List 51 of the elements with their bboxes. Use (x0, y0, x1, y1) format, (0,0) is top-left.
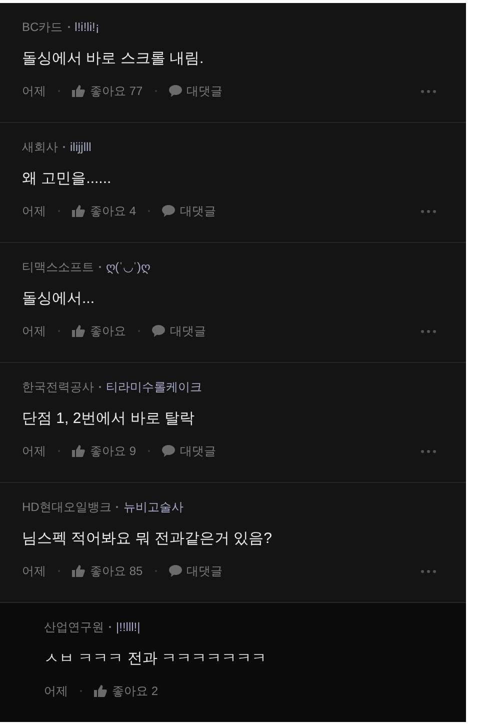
comment-text: 돌싱에서 바로 스크롤 내림. (22, 49, 205, 69)
reply-button[interactable]: 대댓글 (162, 201, 216, 221)
reply-button[interactable]: 대댓글 (152, 321, 206, 341)
thumbs-up-icon (94, 685, 107, 697)
reply-button[interactable]: 대댓글 (168, 561, 223, 581)
more-options-icon[interactable] (421, 210, 436, 212)
comment-text: ㅅㅂ ㅋㅋㅋ 전과 ㅋㅋㅋㅋㅋㅋㅋ (44, 649, 268, 669)
company-name: 한국전력공사 (22, 379, 94, 396)
like-button[interactable]: 좋아요 2 (94, 681, 158, 701)
reply-button[interactable]: 대댓글 (168, 81, 223, 101)
comment-time: 어제 (44, 683, 68, 700)
company-name: HD현대오일뱅크 (22, 499, 112, 516)
nickname[interactable]: ilijjlll (70, 137, 92, 157)
comment-text: 돌싱에서... (22, 289, 96, 309)
thumbs-up-icon (72, 445, 85, 457)
like-button[interactable]: 좋아요 4 (72, 201, 136, 221)
comment-time: 어제 (22, 203, 46, 220)
more-options-icon[interactable] (421, 330, 436, 332)
comment-time: 어제 (22, 323, 46, 340)
more-options-icon[interactable] (421, 90, 436, 92)
speech-bubble-icon (162, 445, 176, 457)
comment-text: 단점 1, 2번에서 바로 탈락 (22, 409, 196, 429)
reply-button[interactable]: 대댓글 (162, 441, 216, 461)
comment-time: 어제 (22, 443, 46, 460)
thumbs-up-icon (72, 205, 85, 217)
nickname[interactable]: 뉴비고술사 (123, 497, 184, 517)
speech-bubble-icon (152, 325, 165, 337)
nickname[interactable]: l!i!li!¡ (74, 17, 100, 37)
thumbs-up-icon (72, 565, 85, 577)
thumbs-up-icon (72, 325, 85, 337)
comment-time: 어제 (22, 83, 46, 100)
speech-bubble-icon (162, 205, 176, 217)
thumbs-up-icon (72, 85, 85, 97)
company-name: 새회사 (22, 139, 58, 156)
like-button[interactable]: 좋아요 85 (72, 561, 143, 581)
speech-bubble-icon (168, 565, 182, 577)
more-options-icon[interactable] (421, 570, 436, 572)
more-options-icon[interactable] (421, 450, 436, 452)
company-name: 산업연구원 (44, 619, 104, 636)
like-button[interactable]: 좋아요 (72, 321, 126, 341)
comment-text: 왜 고민을...... (22, 169, 112, 189)
speech-bubble-icon (168, 85, 182, 97)
comment-time: 어제 (22, 563, 46, 580)
nickname[interactable]: ღ(ˈ◡ˈ)ღ (106, 257, 150, 277)
company-name: BC카드 (22, 19, 63, 36)
nickname[interactable]: 티라미수롤케이크 (106, 377, 202, 397)
nickname[interactable]: |!!lll!| (116, 617, 140, 637)
company-name: 티맥스소프트 (22, 259, 94, 276)
comment-text: 님스펙 적어봐요 뭐 전과같은거 있음? (22, 529, 274, 549)
like-button[interactable]: 좋아요 77 (72, 81, 143, 101)
like-button[interactable]: 좋아요 9 (72, 441, 136, 461)
